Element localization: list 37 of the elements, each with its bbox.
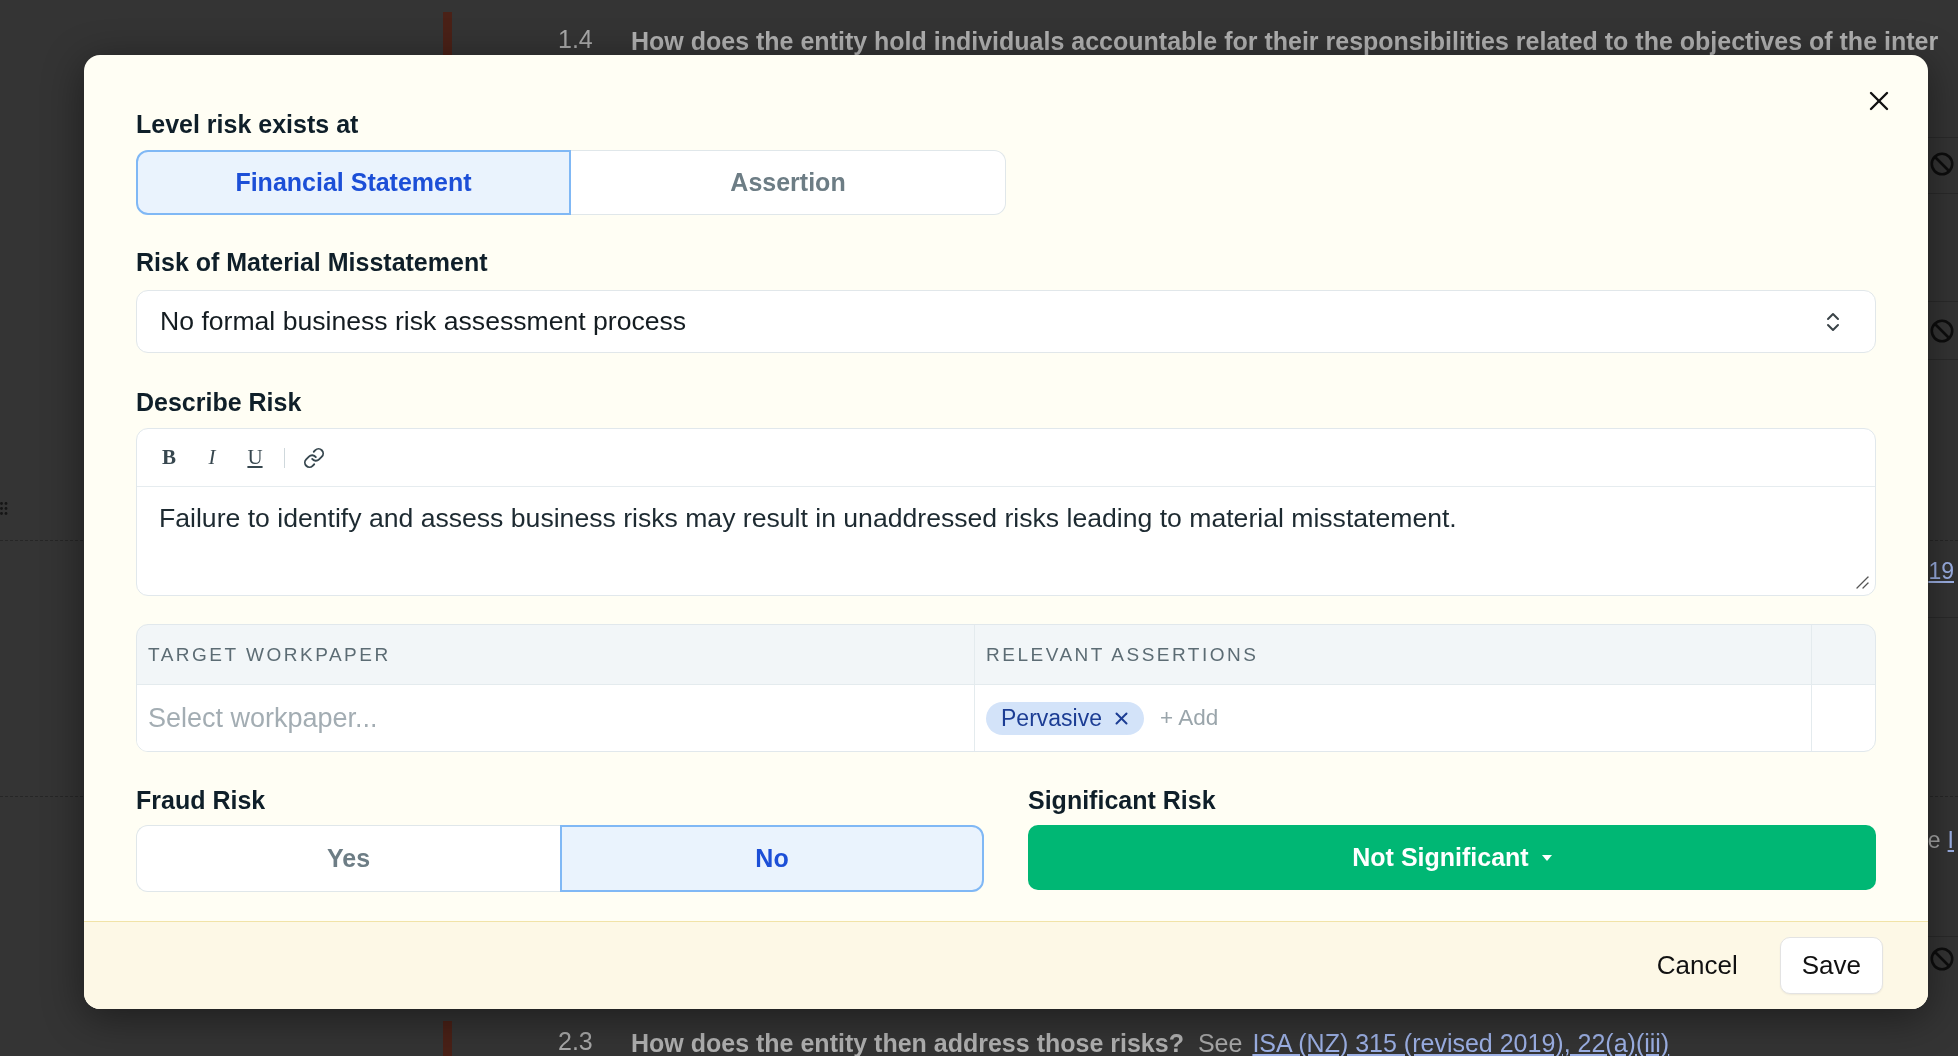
close-icon: [1869, 91, 1889, 111]
field-label: Risk of Material Misstatement: [136, 247, 488, 277]
italic-button[interactable]: I: [198, 442, 226, 473]
description-field[interactable]: Failure to identify and assess business risks may result in unaddressed risks leading to material misstatement.: [137, 487, 1875, 595]
reference-link[interactable]: I: [1947, 827, 1954, 853]
question-text: How does the entity hold individuals accountable for their responsibilities related to the objectives of the inter: [631, 28, 1940, 54]
field-label: Describe Risk: [136, 387, 302, 417]
segment-option[interactable]: No: [560, 825, 984, 892]
link-icon: [303, 446, 325, 469]
bold-button[interactable]: B: [155, 442, 183, 473]
segment-option[interactable]: Financial Statement: [136, 150, 571, 215]
tag-label: Pervasive: [1001, 704, 1102, 732]
reference-link[interactable]: 19: [1928, 558, 1954, 584]
blocked-icon: [1930, 947, 1954, 971]
cancel-button[interactable]: Cancel: [1656, 950, 1738, 981]
blocked-icon: [1930, 152, 1954, 176]
underline-button[interactable]: U: [241, 442, 269, 473]
risk-select[interactable]: No formal business risk assessment process: [136, 290, 1876, 353]
remove-icon[interactable]: [1115, 711, 1128, 725]
blocked-icon: [1930, 319, 1954, 343]
resize-grip-icon[interactable]: [1856, 576, 1869, 589]
column-header: RELEVANT ASSERTIONS: [975, 625, 1812, 685]
updown-chevron-icon: [1826, 310, 1840, 333]
field-label: Significant Risk: [1028, 785, 1216, 815]
see-label: See: [1197, 1030, 1243, 1056]
segment-option[interactable]: Assertion: [571, 150, 1006, 215]
save-button[interactable]: Save: [1779, 937, 1883, 994]
question-number: 1.4: [558, 26, 594, 52]
segment-option[interactable]: Yes: [136, 825, 560, 892]
drag-handle-icon[interactable]: [0, 502, 8, 515]
field-label: Fraud Risk: [136, 785, 266, 815]
caret-icon: [1541, 854, 1552, 861]
accent-bar: [443, 1021, 452, 1056]
fragment-text: e: [1927, 827, 1941, 853]
question-number: 2.3: [558, 1028, 594, 1054]
field-label: Level risk exists at: [136, 109, 359, 139]
workpaper-field[interactable]: Select workpaper...: [137, 685, 975, 751]
